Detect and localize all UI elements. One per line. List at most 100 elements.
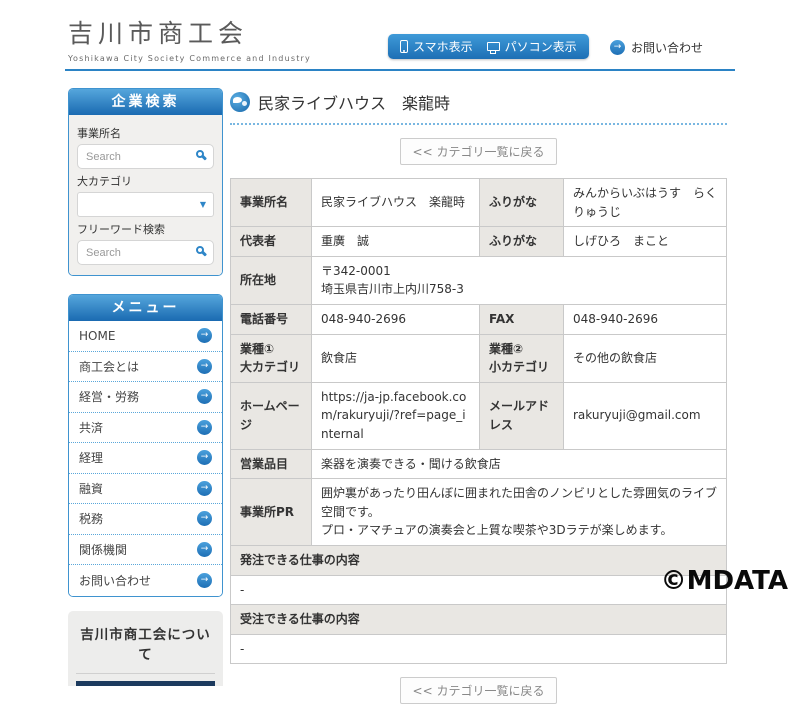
- view-toggle: スマホ表示 パソコン表示: [388, 34, 589, 59]
- menu-item-label: お問い合わせ: [79, 572, 151, 589]
- site-logo: 吉川市商工会 Yoshikawa City Society Commerce a…: [68, 14, 311, 63]
- table-value-cell: -: [231, 634, 727, 664]
- search-icon[interactable]: [196, 150, 204, 158]
- freeword-search-input[interactable]: [77, 240, 214, 265]
- table-value-cell: 囲炉裏があったり田んぼに囲まれた田舎のノンビリとした雰囲気のライブ空間です。 プ…: [312, 479, 727, 546]
- arrow-circle-icon: →: [197, 359, 212, 374]
- table-label-cell: 事業所名: [231, 179, 312, 227]
- table-row: 事業所名民家ライブハウス 楽龍時ふりがなみんからいぶはうす らくりゅうじ: [231, 179, 727, 227]
- about-divider: [76, 673, 215, 681]
- business-name-label: 事業所名: [77, 125, 214, 141]
- table-row: 所在地〒342-0001 埼玉県吉川市上内川758-3: [231, 256, 727, 304]
- table-label-cell: 営業品目: [231, 449, 312, 479]
- arrow-circle-icon: →: [197, 328, 212, 343]
- table-value-cell: https://ja-jp.facebook.com/rakuryuji/?re…: [312, 382, 480, 449]
- table-label-cell: 業種② 小カテゴリ: [480, 334, 564, 382]
- table-value-cell: 048-940-2696: [564, 304, 727, 334]
- table-row: 発注できる仕事の内容: [231, 545, 727, 575]
- arrow-circle-icon: →: [197, 511, 212, 526]
- table-label-cell: 業種① 大カテゴリ: [231, 334, 312, 382]
- sidebar-menu-item[interactable]: 共済 →: [69, 413, 222, 444]
- table-row: 受注できる仕事の内容: [231, 605, 727, 635]
- menu-item-label: 融資: [79, 480, 103, 497]
- table-value-cell: みんからいぶはうす らくりゅうじ: [564, 179, 727, 227]
- sidebar: 企業検索 事業所名 大カテゴリ ▼ フリーワード検索 メニュー HOME→商工会…: [68, 88, 223, 686]
- menu-item-label: HOME: [79, 329, 115, 343]
- menu-item-label: 商工会とは: [79, 358, 139, 375]
- back-to-category-button[interactable]: << カテゴリ一覧に戻る: [400, 138, 558, 165]
- contact-link[interactable]: → お問い合わせ: [610, 39, 703, 56]
- business-name-search-input[interactable]: [77, 144, 214, 169]
- table-row: 電話番号048-940-2696FAX048-940-2696: [231, 304, 727, 334]
- smartphone-icon: [400, 40, 408, 53]
- table-label-cell: ふりがな: [480, 179, 564, 227]
- category-label: 大カテゴリ: [77, 173, 214, 189]
- smartphone-view-label: スマホ表示: [413, 38, 473, 55]
- table-value-cell: 民家ライブハウス 楽龍時: [312, 179, 480, 227]
- menu-box: メニュー HOME→商工会とは→経営・労務→共済→経理→融資→税務→関係機関→お…: [68, 294, 223, 597]
- table-value-cell: しげひろ まこと: [564, 227, 727, 257]
- table-value-cell: 重廣 誠: [312, 227, 480, 257]
- menu-list: HOME→商工会とは→経営・労務→共済→経理→融資→税務→関係機関→お問い合わせ…: [69, 321, 222, 596]
- table-label-cell: ホームページ: [231, 382, 312, 449]
- table-label-cell: ふりがな: [480, 227, 564, 257]
- menu-item-label: 関係機関: [79, 541, 127, 558]
- back-to-category-button-bottom[interactable]: << カテゴリ一覧に戻る: [400, 677, 558, 704]
- table-label-cell: 所在地: [231, 256, 312, 304]
- search-icon[interactable]: [196, 246, 204, 254]
- menu-item-label: 税務: [79, 510, 103, 527]
- arrow-circle-icon: →: [610, 40, 625, 55]
- table-row: 代表者重廣 誠ふりがなしげひろ まこと: [231, 227, 727, 257]
- mascot-icon: [230, 92, 250, 112]
- table-value-cell: 飲食店: [312, 334, 480, 382]
- sidebar-menu-item[interactable]: 融資→: [69, 474, 222, 505]
- pc-view-label: パソコン表示: [505, 38, 577, 55]
- smartphone-view-button[interactable]: スマホ表示: [400, 38, 473, 55]
- table-value-cell: -: [231, 575, 727, 605]
- menu-item-label: 共済: [79, 419, 103, 436]
- monitor-icon: [487, 42, 500, 51]
- menu-item-label: 経理: [79, 449, 103, 466]
- table-row: -: [231, 575, 727, 605]
- menu-item-label: 経営・労務: [79, 388, 139, 405]
- sidebar-menu-item[interactable]: 税務 →: [69, 504, 222, 535]
- sidebar-menu-item[interactable]: 経理 →: [69, 443, 222, 474]
- sidebar-menu-item[interactable]: 商工会とは →: [69, 352, 222, 383]
- page-title: 民家ライブハウス 楽龍時: [258, 90, 450, 114]
- company-search-box: 企業検索 事業所名 大カテゴリ ▼ フリーワード検索: [68, 88, 223, 276]
- table-label-cell: 代表者: [231, 227, 312, 257]
- table-value-cell: 〒342-0001 埼玉県吉川市上内川758-3: [312, 256, 727, 304]
- detail-table-body: 事業所名民家ライブハウス 楽龍時ふりがなみんからいぶはうす らくりゅうじ代表者重…: [231, 179, 727, 664]
- table-value-cell: rakuryuji@gmail.com: [564, 382, 727, 449]
- table-value-cell: 048-940-2696: [312, 304, 480, 334]
- table-label-cell: 事業所PR: [231, 479, 312, 546]
- table-row: 営業品目楽器を演奏できる・聞ける飲食店: [231, 449, 727, 479]
- menu-title: メニュー: [69, 295, 222, 321]
- header-divider: [65, 69, 735, 71]
- table-value-cell: 楽器を演奏できる・聞ける飲食店: [312, 449, 727, 479]
- table-section-cell: 発注できる仕事の内容: [231, 545, 727, 575]
- watermark: ©MDATA: [661, 566, 788, 596]
- page-title-bar: 民家ライブハウス 楽龍時: [230, 90, 727, 125]
- contact-link-label: お問い合わせ: [631, 39, 703, 56]
- arrow-circle-icon: →: [197, 450, 212, 465]
- site-title: 吉川市商工会: [68, 14, 311, 50]
- table-row: -: [231, 634, 727, 664]
- about-box[interactable]: 吉川市商工会について: [68, 611, 223, 686]
- arrow-circle-icon: →: [197, 420, 212, 435]
- pc-view-button[interactable]: パソコン表示: [487, 38, 577, 55]
- category-select[interactable]: [77, 192, 214, 217]
- table-label-cell: メールアドレス: [480, 382, 564, 449]
- table-value-cell: その他の飲食店: [564, 334, 727, 382]
- business-detail-table: 事業所名民家ライブハウス 楽龍時ふりがなみんからいぶはうす らくりゅうじ代表者重…: [230, 178, 727, 664]
- main-content: 民家ライブハウス 楽龍時 << カテゴリ一覧に戻る 事業所名民家ライブハウス 楽…: [230, 90, 727, 704]
- company-search-title: 企業検索: [69, 89, 222, 115]
- sidebar-menu-item[interactable]: 関係機関→: [69, 535, 222, 566]
- table-label-cell: FAX: [480, 304, 564, 334]
- company-search-body: 事業所名 大カテゴリ ▼ フリーワード検索: [69, 115, 222, 275]
- sidebar-menu-item[interactable]: 経営・労務 →: [69, 382, 222, 413]
- freeword-label: フリーワード検索: [77, 221, 214, 237]
- sidebar-menu-item[interactable]: お問い合わせ→: [69, 565, 222, 596]
- sidebar-menu-item[interactable]: HOME →: [69, 321, 222, 352]
- arrow-circle-icon: →: [197, 389, 212, 404]
